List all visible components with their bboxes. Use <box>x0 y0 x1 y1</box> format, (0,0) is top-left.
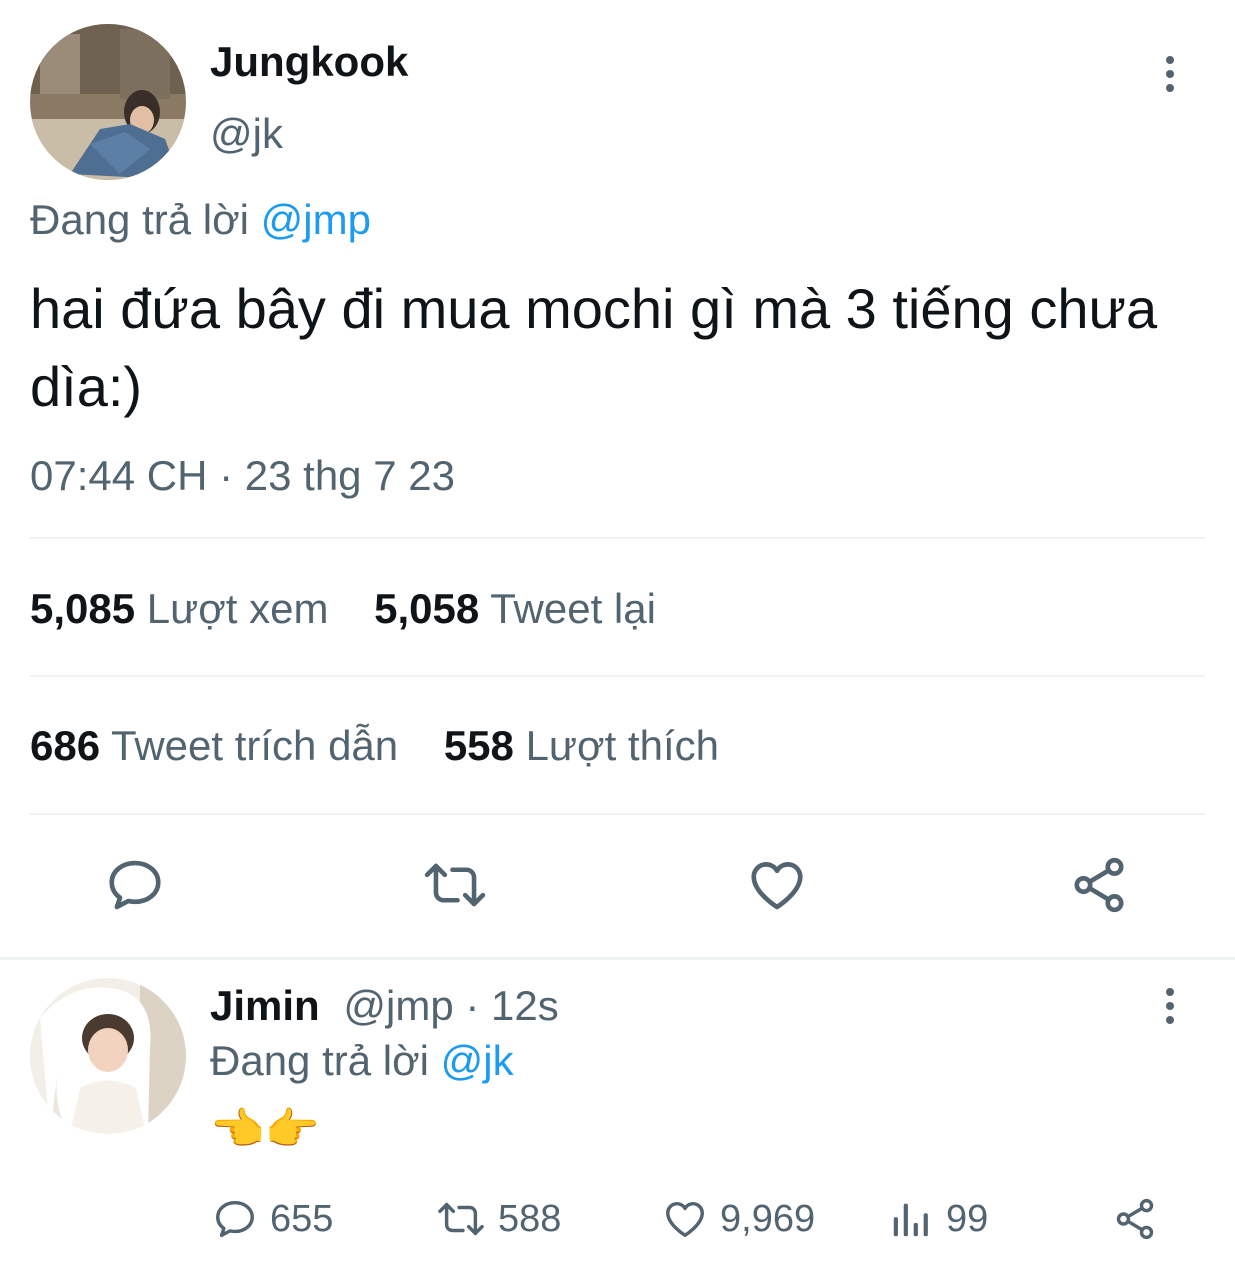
replying-prefix: Đang trả lời <box>30 196 249 243</box>
quotes-count: 686 <box>30 722 101 769</box>
retweets-count: 5,058 <box>374 585 480 632</box>
share-icon <box>1116 1198 1154 1240</box>
reply-share-button[interactable] <box>1112 1196 1170 1242</box>
likes-stat[interactable]: 558 Lượt thích <box>444 722 719 769</box>
reply-author-avatar[interactable] <box>30 978 186 1134</box>
reply-replying-to: Đang trả lời @jk <box>210 1037 514 1085</box>
views-stat[interactable]: 5,085 Lượt xem <box>30 585 340 632</box>
reply-reply-button[interactable]: 655 <box>212 1196 333 1242</box>
share-icon <box>1074 857 1124 913</box>
reply-like-button[interactable]: 9,969 <box>662 1196 815 1242</box>
divider <box>0 957 1235 960</box>
reply-retweet-button[interactable]: 588 <box>436 1196 561 1242</box>
quotes-stat[interactable]: 686 Tweet trích dẫn <box>30 722 410 769</box>
likes-label: Lượt thích <box>525 722 719 769</box>
quotes-label: Tweet trích dẫn <box>111 722 399 769</box>
views-icon <box>893 1203 928 1237</box>
reply-count: 655 <box>270 1197 334 1240</box>
divider <box>30 537 1205 539</box>
reply-display-name[interactable]: Jimin <box>210 982 320 1029</box>
views-label: Lượt xem <box>146 585 329 632</box>
retweets-stat[interactable]: 5,058 Tweet lại <box>374 585 656 632</box>
likes-count: 558 <box>443 722 514 769</box>
views-count: 99 <box>946 1197 989 1240</box>
retweets-label: Tweet lại <box>490 585 656 632</box>
replying-to: Đang trả lời @jmp <box>30 196 371 244</box>
replying-to-handle[interactable]: @jmp <box>261 196 371 243</box>
tweet-text: hai đứa bây đi mua mochi gì mà 3 tiếng c… <box>30 277 1158 418</box>
reply-replying-prefix: Đang trả lời <box>210 1037 429 1084</box>
retweet-count: 588 <box>498 1197 562 1240</box>
divider <box>30 813 1205 815</box>
reply-time[interactable]: · 12s <box>454 982 558 1029</box>
author-handle[interactable]: @jk <box>210 110 283 158</box>
share-button[interactable] <box>1068 854 1130 916</box>
views-count: 5,085 <box>30 585 136 632</box>
stats-row-1: 5,085 Lượt xem 5,058 Tweet lại <box>30 585 656 633</box>
reply-handle[interactable]: @jmp <box>343 982 453 1029</box>
like-icon <box>751 862 803 910</box>
retweet-icon <box>424 863 486 907</box>
retweet-icon <box>438 1202 484 1236</box>
divider <box>30 675 1205 677</box>
reply-text: 👈👉 <box>210 1105 320 1154</box>
more-options-icon[interactable] <box>1166 56 1176 98</box>
like-count: 9,969 <box>720 1197 816 1240</box>
author-display-name[interactable]: Jungkook <box>210 38 408 86</box>
like-icon <box>666 1201 704 1238</box>
reply-views-button[interactable]: 99 <box>888 1196 988 1242</box>
reply-icon <box>109 860 161 910</box>
like-button[interactable] <box>746 854 808 916</box>
reply-button[interactable] <box>104 854 166 916</box>
tweet-timestamp[interactable]: 07:44 CH · 23 thg 7 23 <box>30 452 455 500</box>
reply-header: Jimin @jmp · 12s <box>210 982 559 1030</box>
stats-row-2: 686 Tweet trích dẫn 558 Lượt thích <box>30 722 719 770</box>
reply-icon <box>216 1200 254 1238</box>
reply-replying-to-handle[interactable]: @jk <box>441 1037 514 1084</box>
reply-more-options-icon[interactable] <box>1166 988 1176 1030</box>
author-avatar[interactable] <box>30 24 186 180</box>
retweet-button[interactable] <box>422 854 488 916</box>
